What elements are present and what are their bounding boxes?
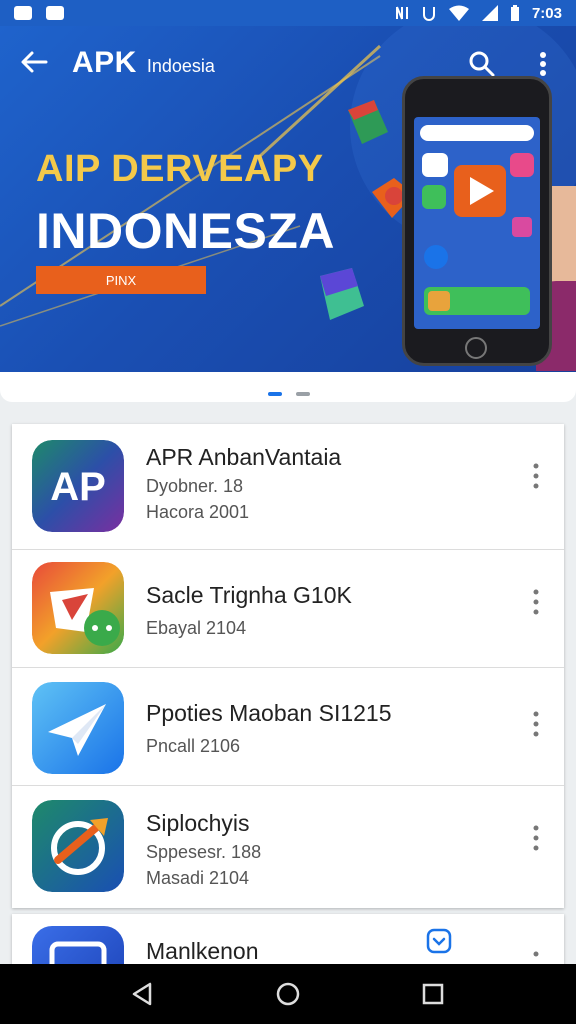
app-name: Sacle Trignha G10K — [146, 582, 352, 608]
cube-decoration-icon — [320, 268, 364, 320]
signal-icon — [481, 5, 498, 21]
hero-banner[interactable]: APK Indoesia AIP DERVEAPY INDONESZA PINX — [0, 26, 576, 372]
list-item[interactable]: AP APR AnbanVantaia Dyobner. 18 Hacora 2… — [12, 424, 564, 550]
download-badge-icon[interactable] — [426, 928, 452, 954]
list-item[interactable]: Sacle Trignha G10K Ebayal 2104 — [12, 550, 564, 668]
more-vert-icon[interactable] — [528, 824, 544, 852]
banner-headline: AIP DERVEAPY — [36, 148, 324, 190]
app-meta: Ebayal 2104 — [146, 618, 247, 638]
app-name: Siplochyis — [146, 810, 250, 836]
nfc-icon — [395, 6, 408, 20]
system-nav-bar — [0, 964, 576, 1024]
refresh-arrow-icon — [32, 800, 124, 892]
banner-subheadline: INDONESZA — [36, 203, 335, 259]
nav-back-icon[interactable] — [130, 981, 156, 1007]
phone-home-button — [465, 337, 487, 359]
app-meta: Sppesesr. 188 — [146, 842, 262, 862]
brand-title: APK Indoesia — [72, 46, 215, 80]
status-bar: 7:03 — [0, 0, 576, 26]
more-vert-icon[interactable] — [532, 50, 554, 78]
carousel-indicator — [268, 392, 310, 396]
brand-main: APK — [72, 46, 137, 79]
carousel-dot[interactable] — [268, 392, 282, 396]
list-item[interactable]: Siplochyis Sppesesr. 188 Masadi 2104 — [12, 786, 564, 908]
carousel-dot[interactable] — [296, 392, 310, 396]
notification-icon — [14, 6, 32, 20]
battery-icon — [510, 5, 519, 21]
video-message-icon — [32, 562, 124, 654]
app-name: Ppoties Maoban SI1215 — [146, 700, 392, 726]
nav-recents-icon[interactable] — [420, 981, 446, 1007]
svg-text:AP: AP — [50, 465, 106, 509]
alarm-icon — [422, 7, 435, 21]
app-name: APR AnbanVantaia — [146, 444, 342, 470]
app-meta: Dyobner. 18 — [146, 476, 244, 496]
list-item[interactable]: Ppoties Maoban SI1215 Pncall 2106 — [12, 668, 564, 786]
more-vert-icon[interactable] — [528, 462, 544, 490]
app-meta: Hacora 2001 — [146, 502, 250, 522]
banner-footer — [0, 372, 576, 402]
app-meta: Masadi 2104 — [146, 868, 250, 888]
app-name: Manlkenon — [146, 938, 259, 964]
search-icon[interactable] — [468, 50, 496, 78]
paper-plane-icon — [32, 682, 124, 774]
video-icon — [46, 6, 64, 20]
brand-sub: Indoesia — [146, 56, 215, 76]
app-list: AP APR AnbanVantaia Dyobner. 18 Hacora 2… — [12, 424, 564, 908]
ap-logo-icon: AP — [32, 440, 124, 532]
cube-decoration-icon — [348, 100, 388, 144]
more-vert-icon[interactable] — [528, 710, 544, 738]
wifi-icon — [448, 5, 469, 21]
more-vert-icon[interactable] — [528, 588, 544, 616]
back-arrow-icon[interactable] — [18, 48, 50, 76]
banner-cta-button[interactable]: PINX — [36, 266, 206, 294]
nav-home-icon[interactable] — [275, 981, 301, 1007]
app-meta: Pncall 2106 — [146, 736, 241, 756]
status-time: 7:03 — [531, 4, 562, 22]
phone-screen-illustration — [420, 125, 534, 315]
phone-illustration — [402, 76, 552, 366]
phone-screen — [414, 117, 540, 329]
